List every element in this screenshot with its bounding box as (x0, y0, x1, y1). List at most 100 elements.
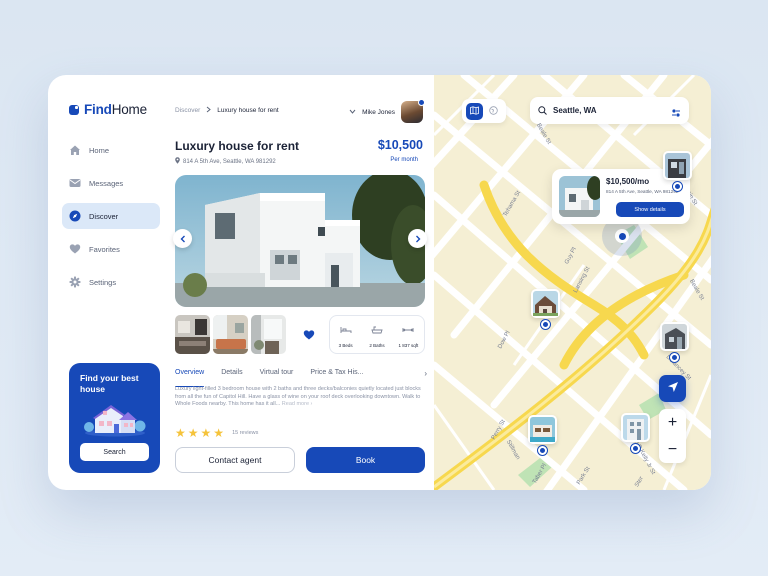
tab-overview[interactable]: Overview (175, 369, 205, 387)
ruler-icon (402, 321, 415, 339)
top-bar: Discover Luxury house for rent Mike Jone… (175, 99, 433, 123)
filter-icon[interactable] (671, 105, 681, 123)
satellite-view-button[interactable] (485, 103, 502, 120)
sidebar-item-label: Messages (89, 178, 124, 188)
spec-beds: 3 Beds (330, 316, 361, 353)
chevron-left-icon (180, 230, 186, 248)
spec-area: 1 837 sqft (393, 316, 424, 353)
search-icon (538, 102, 547, 120)
map-pin-dot-icon (673, 182, 682, 191)
star-icon: ★ (213, 426, 225, 440)
navigation-arrow-icon (667, 380, 679, 398)
spec-baths: 2 Baths (361, 316, 392, 353)
contact-agent-button[interactable]: Contact agent (175, 447, 295, 473)
mail-icon (69, 177, 81, 189)
sidebar-item-discover[interactable]: Discover (62, 203, 160, 229)
tab-details[interactable]: Details (221, 369, 242, 383)
promo-card: Find your best house Search (69, 363, 160, 473)
heart-icon (303, 327, 315, 344)
breadcrumb-parent[interactable]: Discover (175, 107, 200, 114)
chevron-right-icon (206, 106, 212, 115)
star-icon: ★ (175, 426, 186, 440)
book-button[interactable]: Book (306, 447, 425, 473)
thumbnail-interior[interactable] (251, 315, 286, 354)
sidebar-item-label: Discover (89, 211, 119, 221)
review-count[interactable]: 15 reviews (232, 430, 258, 436)
map-pin-dot-icon (631, 444, 640, 453)
listing-main-photo (175, 175, 425, 307)
zoom-in-button[interactable]: + (659, 409, 686, 436)
zoom-out-button[interactable]: − (659, 436, 686, 463)
globe-icon (489, 102, 498, 120)
sidebar-nav: Home Messages Discover Favorites Setting… (62, 137, 160, 302)
bed-icon (340, 321, 352, 339)
photo-thumbnails (175, 315, 286, 354)
map-view-button[interactable] (466, 102, 483, 120)
popup-price: $10,500/mo (606, 177, 650, 186)
map-view[interactable]: Beale St Tehama St Main St Guy Pl Lansin… (434, 75, 711, 490)
map-listing-pin[interactable] (621, 413, 650, 453)
map-search-input[interactable] (553, 106, 653, 115)
read-more-link[interactable]: Read more › (282, 401, 313, 407)
sidebar-item-label: Settings (89, 277, 117, 287)
map-icon (470, 102, 479, 120)
promo-title: Find your best house (80, 373, 139, 394)
gear-icon (69, 276, 81, 288)
listing-panel: Discover Luxury house for rent Mike Jone… (173, 75, 433, 490)
tab-price-tax-history[interactable]: Price & Tax His... (310, 369, 363, 383)
logo-text-home: Home (111, 102, 147, 117)
sidebar-item-settings[interactable]: Settings (62, 269, 160, 295)
sidebar-item-home[interactable]: Home (62, 137, 160, 163)
property-specs: 3 Beds 2 Baths 1 837 sqft (329, 315, 425, 354)
popup-photo (559, 176, 600, 217)
map-view-toggle (462, 99, 506, 123)
rating: ★ ★ ★ ★ 15 reviews (175, 427, 258, 439)
breadcrumb: Discover Luxury house for rent (175, 106, 279, 115)
logo-text-find: Find (84, 102, 112, 117)
home-icon (69, 144, 81, 156)
my-location-button[interactable] (659, 375, 686, 402)
promo-search-button[interactable]: Search (80, 443, 149, 461)
chevron-right-icon (415, 230, 421, 248)
sidebar-item-favorites[interactable]: Favorites (62, 236, 160, 262)
listing-price: $10,500 (377, 138, 423, 152)
plus-icon: + (667, 413, 678, 431)
photo-prev-button[interactable] (173, 229, 192, 248)
chevron-down-icon (349, 109, 356, 116)
brand-logo[interactable]: FindHome (69, 102, 147, 117)
map-pin-dot-icon (538, 446, 547, 455)
map-listing-pin[interactable] (660, 322, 689, 362)
price-period: Per month (390, 157, 418, 163)
zoom-controls: + − (659, 409, 686, 463)
map-listing-pin[interactable] (528, 415, 557, 455)
avatar[interactable] (401, 99, 425, 123)
heart-icon (69, 243, 81, 255)
sidebar-item-messages[interactable]: Messages (62, 170, 160, 196)
sidebar-item-label: Favorites (89, 244, 120, 254)
user-menu[interactable]: Mike Jones (349, 99, 425, 123)
listing-address: 814 A 5th Ave, Seattle, WA 981292 (175, 157, 276, 166)
tabs-scroll-right-icon[interactable]: › (424, 369, 427, 378)
user-name: Mike Jones (362, 108, 395, 116)
app-window: FindHome Home Messages Discover Favorite… (48, 75, 711, 490)
tab-virtual-tour[interactable]: Virtual tour (260, 369, 294, 383)
photo-next-button[interactable] (408, 229, 427, 248)
thumbnail-living-room[interactable] (213, 315, 248, 354)
star-icon: ★ (200, 426, 212, 440)
map-pin-dot-icon (670, 353, 679, 362)
logo-icon (69, 104, 79, 115)
listing-address-text: 814 A 5th Ave, Seattle, WA 981292 (183, 158, 276, 165)
map-search-bar (530, 97, 689, 124)
map-listing-pin[interactable] (531, 289, 560, 329)
map-pin-dot-icon (541, 320, 550, 329)
thumbnail-kitchen[interactable] (175, 315, 210, 354)
breadcrumb-current: Luxury house for rent (217, 107, 279, 114)
sidebar-item-label: Home (89, 145, 110, 155)
house-illustration-icon (84, 405, 146, 437)
star-icon: ★ (187, 426, 199, 440)
bathtub-icon (371, 321, 383, 339)
show-details-button[interactable]: Show details (616, 202, 684, 217)
listing-description: Luxury light-filled 3 bedroom house with… (175, 386, 427, 409)
map-listing-pin[interactable] (663, 151, 692, 191)
favorite-button[interactable] (303, 327, 315, 345)
